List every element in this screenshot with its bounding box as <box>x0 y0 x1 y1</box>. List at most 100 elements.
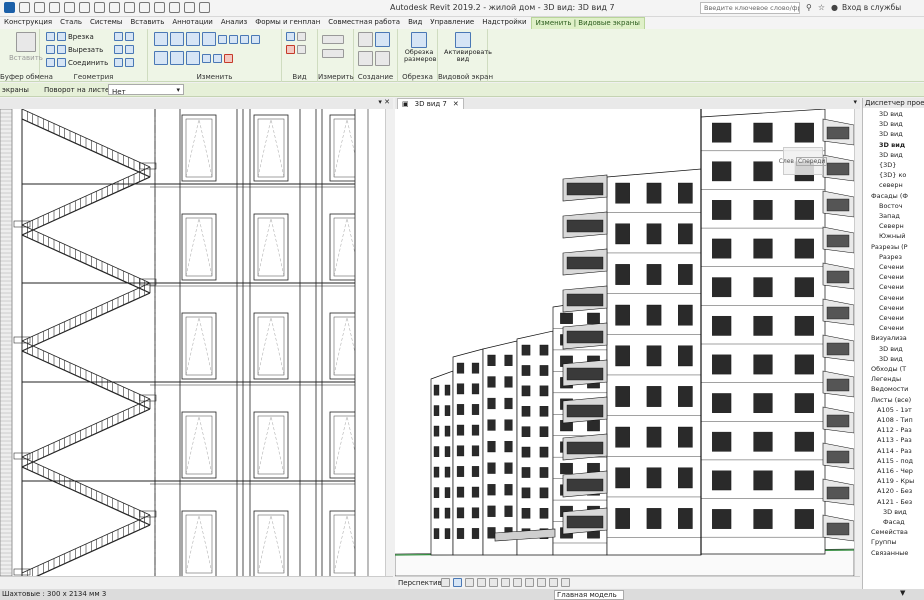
sun-path-icon[interactable] <box>465 578 474 587</box>
3d-view-icon[interactable] <box>139 2 150 13</box>
tab-3d-view-7[interactable]: ▣ 3D вид 7 ✕ <box>397 98 464 109</box>
tab-4[interactable]: Аннотации <box>168 17 216 29</box>
right-view-menu-icon[interactable]: ▾ <box>853 98 857 106</box>
section-icon[interactable] <box>154 2 165 13</box>
visual-style-icon[interactable] <box>453 578 462 587</box>
browser-node[interactable]: Разрезы (Р <box>871 243 908 251</box>
app-menu-icon[interactable] <box>4 2 15 13</box>
split-face-icon[interactable] <box>114 32 123 41</box>
tab-3[interactable]: Вставить <box>126 17 168 29</box>
browser-node[interactable]: 3D вид <box>879 151 903 159</box>
wall-joins-icon[interactable] <box>46 58 55 67</box>
browser-node[interactable]: 3D вид <box>879 355 903 363</box>
close-icon[interactable]: ✕ <box>453 100 459 108</box>
join-icon[interactable] <box>57 58 66 67</box>
rotation-select[interactable]: Нет ▾ <box>108 84 184 96</box>
perspective-3d-view[interactable]: Слев Спереди <box>395 109 854 576</box>
delete-icon[interactable] <box>224 53 233 63</box>
left-view-vscrollbar[interactable] <box>385 109 392 576</box>
browser-node[interactable]: Листы (все) <box>871 396 911 404</box>
create-part-icon[interactable] <box>358 32 373 47</box>
elevation-view[interactable] <box>0 109 385 576</box>
browser-node[interactable]: Фасад <box>883 518 905 526</box>
browser-node[interactable]: А113 - Раз <box>877 436 912 444</box>
cutout-icon[interactable] <box>57 45 66 54</box>
halftone-icon[interactable] <box>297 45 306 54</box>
browser-node[interactable]: А115 - под <box>877 457 913 465</box>
crop-view-icon[interactable] <box>501 578 510 587</box>
shadows-icon[interactable] <box>477 578 486 587</box>
switch-windows-icon[interactable] <box>199 2 210 13</box>
mirror-draw-icon[interactable] <box>202 32 216 46</box>
paint-icon[interactable] <box>125 32 134 41</box>
uncut-icon[interactable] <box>46 45 55 54</box>
perspective-label[interactable]: Перспектива <box>398 579 446 587</box>
browser-node[interactable]: Сечени <box>879 324 904 332</box>
similar-icon[interactable] <box>358 51 373 66</box>
browser-node[interactable]: А120 - Без <box>877 487 912 495</box>
temporary-hide-icon[interactable] <box>537 578 546 587</box>
activate-view-button[interactable]: Активировать вид <box>444 32 492 63</box>
browser-node[interactable]: Фасады (Ф <box>871 192 908 200</box>
browser-node[interactable]: Легенды <box>871 375 901 383</box>
browser-node[interactable]: северн <box>879 181 903 189</box>
tab-5[interactable]: Анализ <box>217 17 251 29</box>
render-icon[interactable] <box>489 578 498 587</box>
browser-node[interactable]: Ведомости <box>871 385 908 393</box>
hide-icon[interactable] <box>297 32 306 41</box>
browser-node[interactable]: Семейства <box>871 528 908 536</box>
measure-icon[interactable] <box>109 2 120 13</box>
view-cube-left[interactable]: Слев <box>779 158 794 165</box>
close-hidden-icon[interactable] <box>184 2 195 13</box>
browser-node[interactable]: 3D вид <box>879 141 905 149</box>
browser-node[interactable]: Запад <box>879 212 900 220</box>
user-icon[interactable]: ● <box>831 3 838 12</box>
browser-node[interactable]: А108 - Тип <box>877 416 913 424</box>
browser-node[interactable]: {3D} <box>879 161 896 169</box>
browser-node[interactable]: Обходы (Т <box>871 365 906 373</box>
align-icon[interactable] <box>154 32 168 46</box>
browser-node[interactable]: А121 - Без <box>877 498 912 506</box>
text-icon[interactable] <box>124 2 135 13</box>
browser-node[interactable]: 3D вид <box>879 110 903 118</box>
login-button[interactable]: Вход в службы <box>842 3 901 12</box>
tab-7[interactable]: Совместная работа <box>324 17 404 29</box>
tab-10[interactable]: Надстройки <box>478 17 530 29</box>
star-icon[interactable]: ☆ <box>818 3 825 12</box>
tab-0[interactable]: Конструкция <box>0 17 56 29</box>
array-icon[interactable] <box>213 53 222 63</box>
browser-node[interactable]: 3D вид <box>879 345 903 353</box>
cutout-button[interactable]: Вырезать <box>68 46 103 54</box>
assembly-icon[interactable] <box>375 51 390 66</box>
browser-node[interactable]: Разрез <box>879 253 902 261</box>
wall-opening-icon[interactable] <box>114 58 123 67</box>
override-icon[interactable] <box>286 45 295 54</box>
open-icon[interactable] <box>19 2 30 13</box>
browser-node[interactable]: Визуализа <box>871 334 907 342</box>
tab-6[interactable]: Формы и генплан <box>251 17 324 29</box>
print-icon[interactable] <box>94 2 105 13</box>
dimension-icon[interactable] <box>322 49 344 58</box>
active-model[interactable]: Главная модель <box>554 590 624 600</box>
trim-icon[interactable] <box>202 53 211 63</box>
tab-1[interactable]: Сталь <box>56 17 86 29</box>
left-view-close-icon[interactable]: ▾ ✕ <box>378 98 390 106</box>
browser-node[interactable]: Сечени <box>879 283 904 291</box>
browser-node[interactable]: 3D вид <box>879 130 903 138</box>
browser-node[interactable]: А114 - Раз <box>877 447 912 455</box>
browser-node[interactable]: Сечени <box>879 263 904 271</box>
offset-icon[interactable] <box>170 32 184 46</box>
browser-node[interactable]: 3D вид <box>879 120 903 128</box>
tab-2[interactable]: Системы <box>86 17 126 29</box>
browser-node[interactable]: А119 - Кры <box>877 477 914 485</box>
browser-node[interactable]: Группы <box>871 538 897 546</box>
browser-node[interactable]: Сечени <box>879 273 904 281</box>
tab-9[interactable]: Управление <box>426 17 478 29</box>
unlock-3d-icon[interactable] <box>525 578 534 587</box>
filter-icon[interactable]: ▼ <box>900 589 905 597</box>
browser-node[interactable]: 3D вид <box>883 508 907 516</box>
linework-icon[interactable] <box>286 32 295 41</box>
browser-node[interactable]: Сечени <box>879 314 904 322</box>
cut-button[interactable]: Врезка <box>68 33 94 41</box>
browser-node[interactable]: Связанные <box>871 549 908 557</box>
